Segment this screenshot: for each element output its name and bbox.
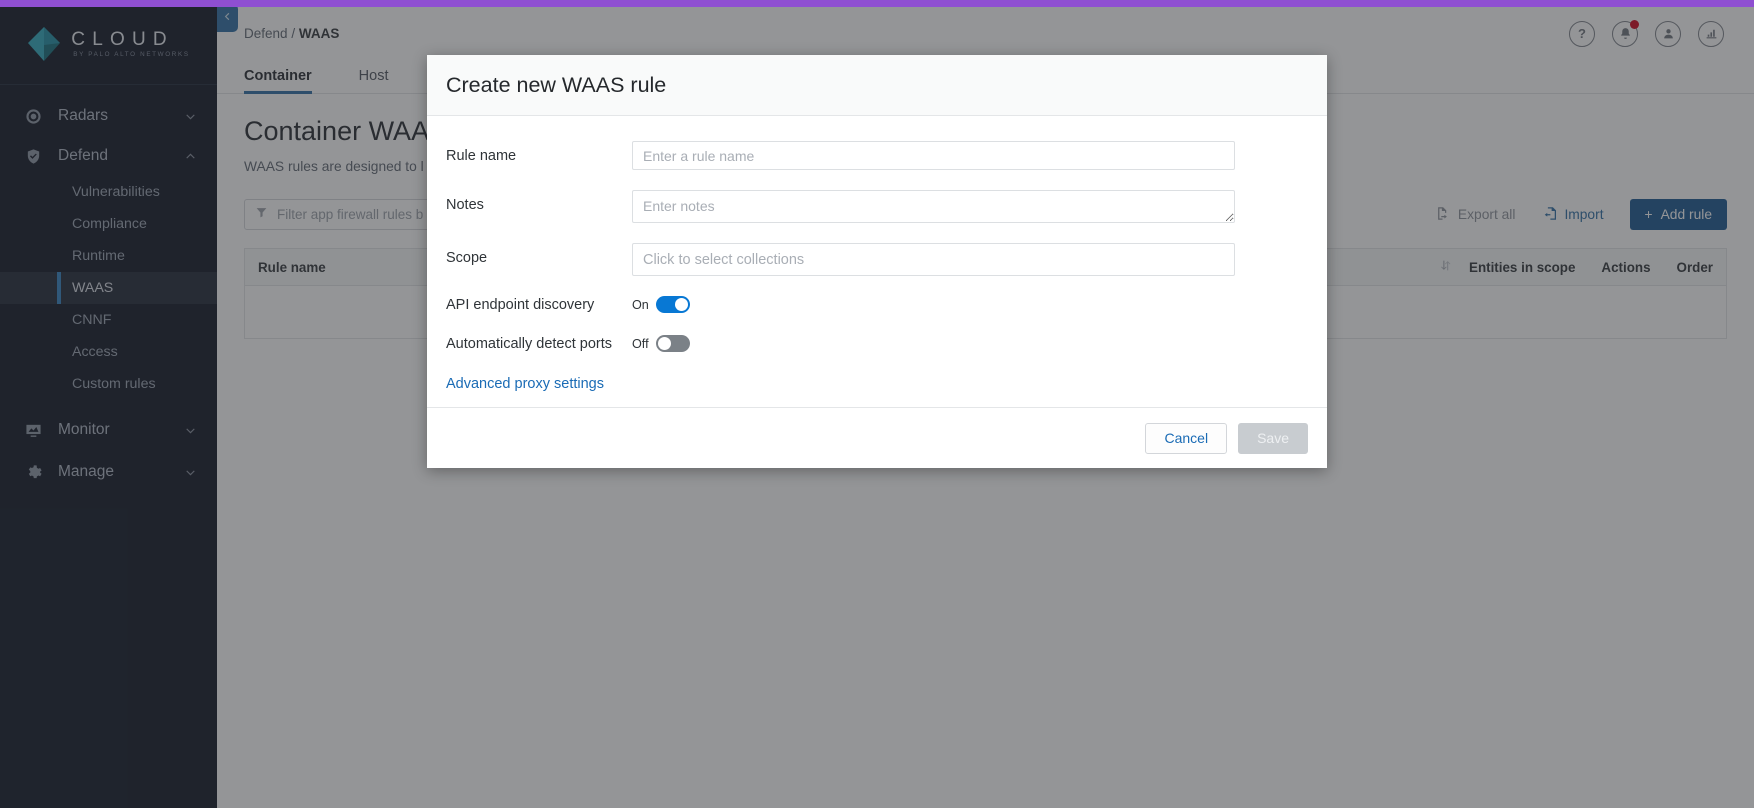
api-endpoint-discovery-label: API endpoint discovery <box>446 297 632 313</box>
create-waas-rule-dialog: Create new WAAS rule Rule name Notes Sco… <box>427 55 1327 468</box>
cancel-button[interactable]: Cancel <box>1145 423 1227 454</box>
toggle-knob <box>658 337 671 350</box>
field-row-notes: Notes <box>446 190 1308 223</box>
toggle-knob <box>675 298 688 311</box>
save-button[interactable]: Save <box>1238 423 1308 454</box>
field-row-scope: Scope Click to select collections <box>446 243 1308 276</box>
notes-label: Notes <box>446 190 632 213</box>
field-row-api-endpoint-discovery: API endpoint discovery On <box>446 296 1308 313</box>
api-endpoint-discovery-state: On <box>632 298 656 312</box>
dialog-body: Rule name Notes Scope Click to select co… <box>427 116 1327 407</box>
field-row-rule-name: Rule name <box>446 141 1308 170</box>
dialog-footer: Cancel Save <box>427 407 1327 468</box>
top-accent-strip <box>0 0 1754 7</box>
scope-label: Scope <box>446 243 632 266</box>
advanced-proxy-settings-link[interactable]: Advanced proxy settings <box>446 376 604 392</box>
field-row-automatically-detect-ports: Automatically detect ports Off <box>446 335 1308 352</box>
dialog-header: Create new WAAS rule <box>427 55 1327 116</box>
api-endpoint-discovery-toggle[interactable] <box>656 296 690 313</box>
dialog-title: Create new WAAS rule <box>446 73 666 98</box>
rule-name-label: Rule name <box>446 141 632 164</box>
automatically-detect-ports-label: Automatically detect ports <box>446 336 632 352</box>
automatically-detect-ports-state: Off <box>632 337 656 351</box>
scope-collections-select[interactable]: Click to select collections <box>632 243 1235 276</box>
notes-textarea[interactable] <box>632 190 1235 223</box>
automatically-detect-ports-toggle[interactable] <box>656 335 690 352</box>
rule-name-input[interactable] <box>632 141 1235 170</box>
scope-placeholder: Click to select collections <box>643 252 804 268</box>
